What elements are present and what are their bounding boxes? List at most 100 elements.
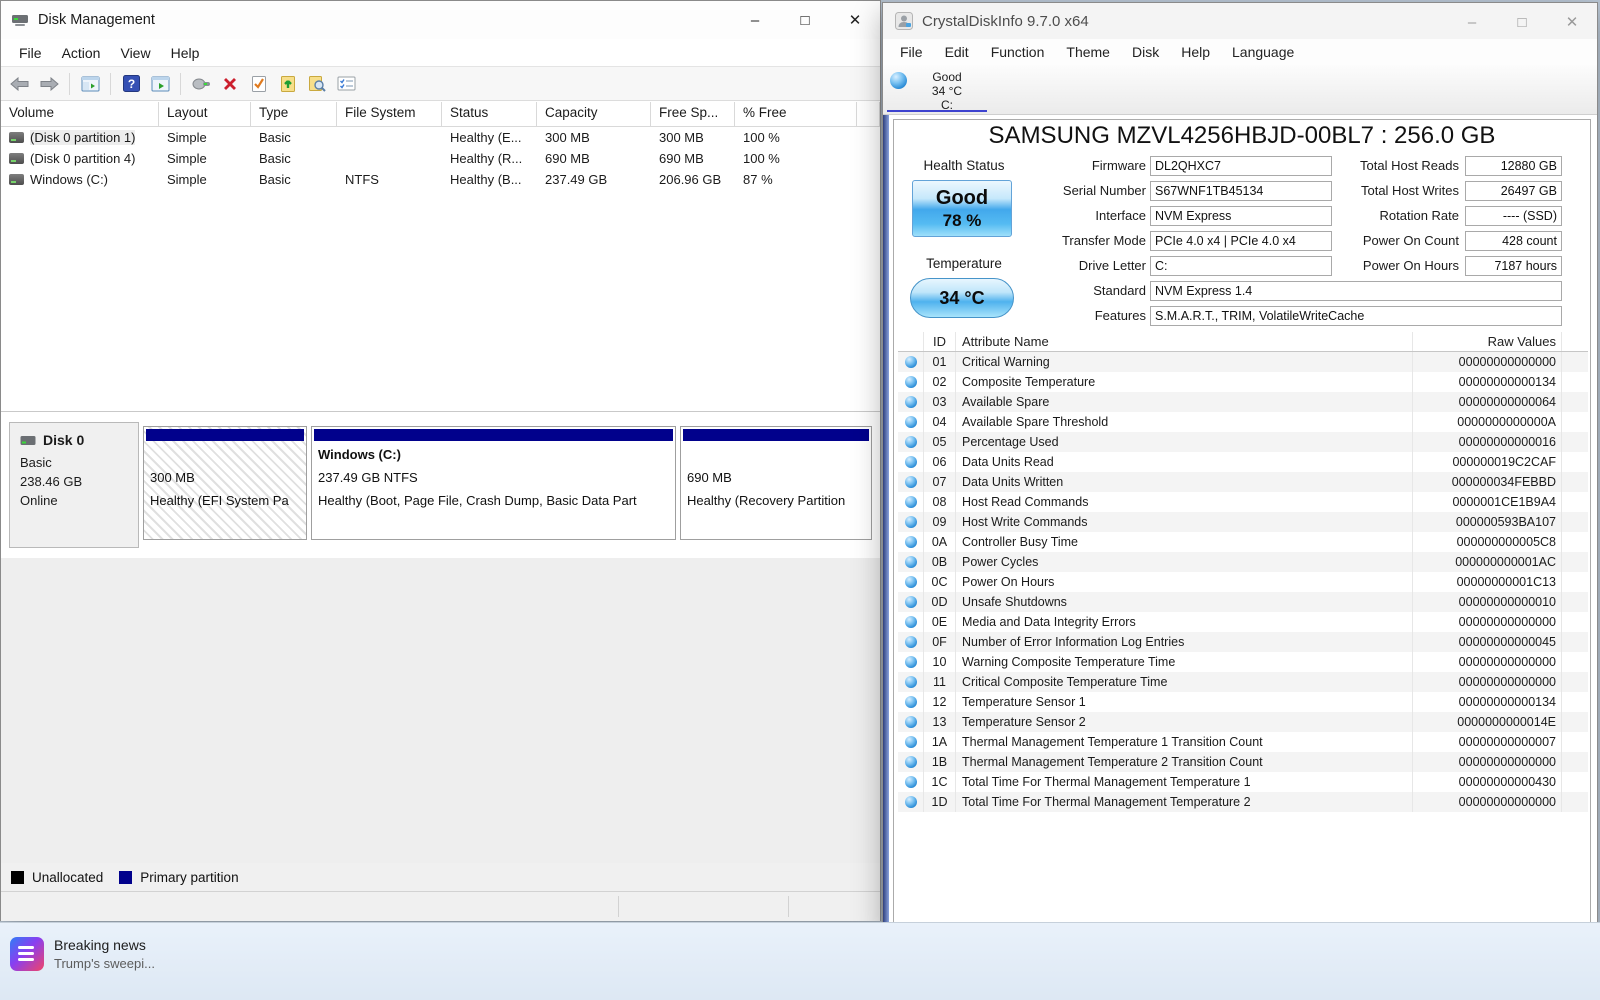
smart-attribute-row[interactable]: 1D Total Time For Thermal Management Tem… [898,792,1588,812]
attribute-name: Data Units Read [956,455,1412,469]
col-filesystem[interactable]: File System [337,102,442,126]
smart-attribute-row[interactable]: 13 Temperature Sensor 2 0000000000014E [898,712,1588,732]
forward-icon[interactable] [36,71,62,97]
dm-menu-item[interactable]: File [9,39,52,67]
attribute-id: 11 [924,672,956,692]
smart-attribute-row[interactable]: 1C Total Time For Thermal Management Tem… [898,772,1588,792]
smart-table-header: ID Attribute Name Raw Values [898,332,1588,352]
cdi-close-button[interactable]: ✕ [1547,3,1597,41]
smart-attribute-row[interactable]: 06 Data Units Read 000000019C2CAF [898,452,1588,472]
smart-attribute-row[interactable]: 12 Temperature Sensor 1 00000000000134 [898,692,1588,712]
total-host-reads-value: 12880 GB [1465,156,1562,176]
dm-maximize-button[interactable]: □ [780,1,830,39]
power-on-hours-label: Power On Hours [1314,256,1459,276]
properties-check-icon[interactable] [246,71,272,97]
smart-attribute-row[interactable]: 0C Power On Hours 00000000001C13 [898,572,1588,592]
interface-value: NVM Express [1150,206,1332,226]
dm-close-button[interactable]: ✕ [830,1,880,39]
col-type[interactable]: Type [251,102,337,126]
dm-titlebar[interactable]: Disk Management – □ ✕ [1,1,880,39]
smart-attribute-row[interactable]: 01 Critical Warning 00000000000000 [898,352,1588,372]
dm-menu-item[interactable]: View [110,39,160,67]
attribute-status-orb-icon [905,456,917,468]
standard-value: NVM Express 1.4 [1150,281,1562,301]
import-icon[interactable] [275,71,301,97]
attribute-raw-value: 00000000000000 [1412,792,1562,812]
smart-attribute-row[interactable]: 11 Critical Composite Temperature Time 0… [898,672,1588,692]
cdi-menu-item[interactable]: Edit [934,39,980,65]
console-tree-icon[interactable] [77,71,103,97]
attribute-id: 0A [924,532,956,552]
attribute-name: Unsafe Shutdowns [956,595,1412,609]
smart-attribute-row[interactable]: 08 Host Read Commands 0000001CE1B9A4 [898,492,1588,512]
attribute-status-orb-icon [905,356,917,368]
disk0-panel[interactable]: Disk 0 Basic 238.46 GB Online [9,422,139,548]
volume-row[interactable]: Windows (C:) Simple Basic NTFS Healthy (… [1,169,880,190]
volume-row[interactable]: (Disk 0 partition 1) Simple Basic Health… [1,127,880,148]
attribute-name: Thermal Management Temperature 2 Transit… [956,755,1412,769]
smart-attribute-row[interactable]: 07 Data Units Written 000000034FEBBD [898,472,1588,492]
smart-attribute-row[interactable]: 03 Available Spare 00000000000064 [898,392,1588,412]
back-icon[interactable] [7,71,33,97]
smart-attribute-row[interactable]: 04 Available Spare Threshold 00000000000… [898,412,1588,432]
cdi-menu-item[interactable]: File [889,39,934,65]
cdi-maximize-button[interactable]: □ [1497,3,1547,41]
cdi-menu-item[interactable]: Language [1221,39,1305,65]
col-status[interactable]: Status [442,102,537,126]
smart-attribute-row[interactable]: 05 Percentage Used 00000000000016 [898,432,1588,452]
task-list-icon[interactable] [333,71,359,97]
smart-header-name[interactable]: Attribute Name [956,334,1412,349]
partition-windows-c[interactable]: Windows (C:) 237.49 GB NTFS Healthy (Boo… [311,426,676,540]
col-layout[interactable]: Layout [159,102,251,126]
smart-attribute-row[interactable]: 0F Number of Error Information Log Entri… [898,632,1588,652]
help-icon[interactable]: ? [118,71,144,97]
attribute-status-orb-icon [905,416,917,428]
partition-recovery[interactable]: 690 MB Healthy (Recovery Partition [680,426,872,540]
delete-volume-icon[interactable] [217,71,243,97]
drive-tab-c[interactable]: Good 34 °C C: [885,67,989,113]
smart-attribute-row[interactable]: 0E Media and Data Integrity Errors 00000… [898,612,1588,632]
dm-menu-item[interactable]: Action [52,39,111,67]
col-volume[interactable]: Volume [1,102,159,126]
col-blank [857,102,880,126]
smart-attribute-row[interactable]: 09 Host Write Commands 000000593BA107 [898,512,1588,532]
cdi-menu-item[interactable]: Function [980,39,1056,65]
volume-row[interactable]: (Disk 0 partition 4) Simple Basic Health… [1,148,880,169]
attribute-status-orb-icon [905,636,917,648]
attribute-raw-value: 000000593BA107 [1412,512,1562,532]
smart-attribute-row[interactable]: 1B Thermal Management Temperature 2 Tran… [898,752,1588,772]
smart-header-raw[interactable]: Raw Values [1412,332,1562,351]
cdi-menu-item[interactable]: Theme [1055,39,1121,65]
smart-attribute-row[interactable]: 0D Unsafe Shutdowns 00000000000010 [898,592,1588,612]
col-capacity[interactable]: Capacity [537,102,651,126]
smart-attribute-row[interactable]: 1A Thermal Management Temperature 1 Tran… [898,732,1588,752]
smart-attribute-row[interactable]: 10 Warning Composite Temperature Time 00… [898,652,1588,672]
rescan-disks-icon[interactable] [188,71,214,97]
total-host-writes-value: 26497 GB [1465,181,1562,201]
attribute-name: Critical Warning [956,355,1412,369]
volume-disk-icon [9,174,24,185]
cdi-window-controls: – □ ✕ [1447,3,1597,41]
attribute-raw-value: 00000000000010 [1412,592,1562,612]
cdi-titlebar[interactable]: CrystalDiskInfo 9.7.0 x64 – □ ✕ [883,3,1597,39]
attribute-status-orb-icon [905,736,917,748]
smart-attribute-row[interactable]: 0A Controller Busy Time 000000000005C8 [898,532,1588,552]
widgets-button[interactable]: Breaking news Trump's sweepi... [10,937,155,971]
col-pctfree[interactable]: % Free [735,102,857,126]
dm-minimize-button[interactable]: – [730,1,780,39]
smart-header-id[interactable]: ID [924,332,956,351]
partition-efi[interactable]: 300 MB Healthy (EFI System Pa [143,426,307,540]
attribute-id: 1A [924,732,956,752]
explore-icon[interactable] [304,71,330,97]
smart-attribute-row[interactable]: 0B Power Cycles 000000000001AC [898,552,1588,572]
crystaldiskinfo-app-icon [895,12,913,30]
cdi-menu-item[interactable]: Disk [1121,39,1170,65]
action-pane-icon[interactable] [147,71,173,97]
cdi-minimize-button[interactable]: – [1447,3,1497,41]
smart-attribute-row[interactable]: 02 Composite Temperature 00000000000134 [898,372,1588,392]
disk0-icon [20,435,36,447]
cdi-menu-item[interactable]: Help [1170,39,1221,65]
attribute-name: Host Read Commands [956,495,1412,509]
dm-menu-item[interactable]: Help [161,39,210,67]
col-freespace[interactable]: Free Sp... [651,102,735,126]
